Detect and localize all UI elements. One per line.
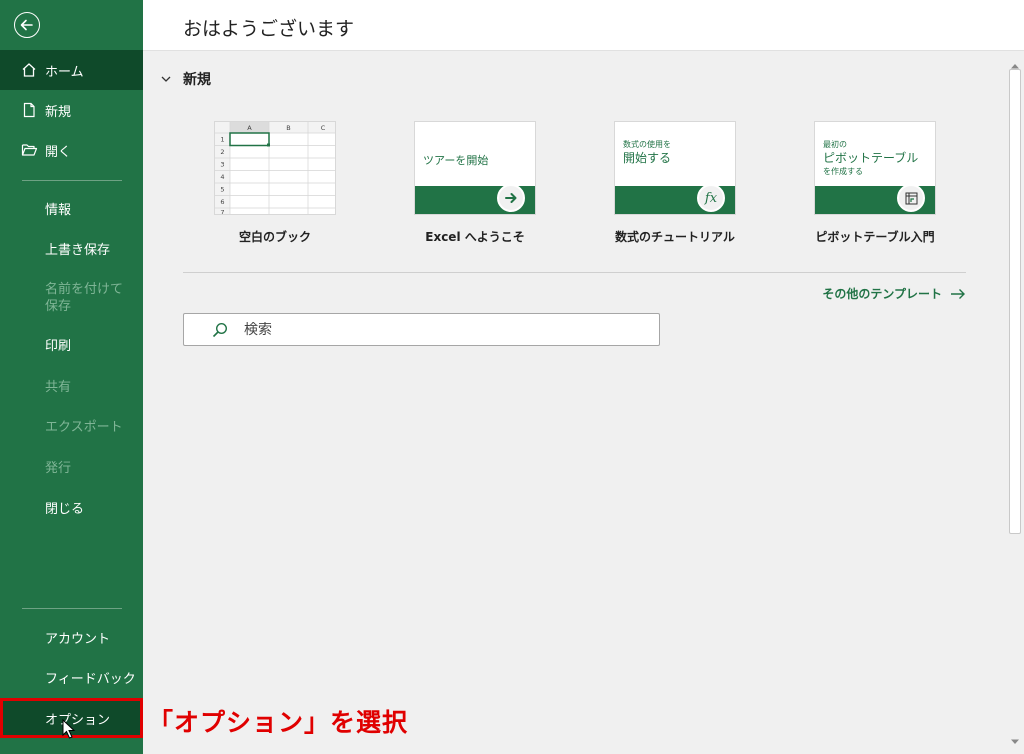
grid-row-header: 7 — [220, 209, 224, 216]
function-icon: fx — [697, 184, 725, 212]
search-icon — [212, 322, 228, 338]
sidebar-item-label: アカウント — [45, 631, 111, 647]
sidebar-divider — [22, 608, 122, 609]
thumbnail-text: ツアーを開始 — [423, 154, 489, 167]
arrow-right-icon — [497, 184, 525, 212]
grid-col-header: B — [286, 124, 290, 132]
folder-open-icon — [19, 140, 39, 160]
chevron-down-icon — [161, 76, 171, 82]
sidebar-item-label: フィードバック — [45, 671, 136, 687]
sidebar-item-label: 情報 — [45, 202, 72, 218]
sidebar-item-label: オプション — [45, 712, 111, 728]
sidebar-item-label: 共有 — [45, 379, 72, 395]
template-thumbnail: 最初の ピボットテーブル を作成する — [814, 121, 936, 215]
section-divider — [183, 272, 966, 273]
sidebar-item-feedback[interactable]: フィードバック — [0, 657, 143, 697]
thumbnail-subtext: を作成する — [823, 167, 863, 176]
sidebar-item-label: 印刷 — [45, 338, 72, 354]
blank-grid-preview: A B C 1 2 3 4 5 6 7 — [215, 122, 335, 216]
sidebar-divider — [22, 180, 122, 181]
page-title: おはようございます — [183, 18, 355, 40]
grid-row-header: 6 — [220, 198, 224, 206]
template-thumbnail: 数式の使用を 開始する fx — [614, 121, 736, 215]
new-section-toggle[interactable]: 新規 — [161, 69, 211, 89]
arrow-right-icon — [950, 288, 966, 300]
sidebar-item-new[interactable]: 新規 — [0, 90, 143, 130]
sidebar-item-publish: 発行 — [0, 446, 143, 486]
template-welcome-excel[interactable]: ツアーを開始 Excel へようこそ — [414, 121, 536, 245]
grid-row-header: 2 — [220, 148, 224, 156]
sidebar-item-account[interactable]: アカウント — [0, 617, 143, 657]
vertical-scrollbar[interactable] — [1006, 51, 1024, 754]
sidebar-item-print[interactable]: 印刷 — [0, 324, 143, 364]
sidebar-item-close[interactable]: 閉じる — [0, 487, 143, 527]
template-thumbnail: A B C 1 2 3 4 5 6 7 — [214, 121, 336, 215]
sidebar-item-label: 新規 — [45, 104, 72, 120]
sidebar-item-label: 発行 — [45, 460, 72, 476]
grid-col-header: C — [321, 124, 326, 132]
grid-row-header: 3 — [220, 161, 224, 169]
template-thumbnail: ツアーを開始 — [414, 121, 536, 215]
sidebar-item-open[interactable]: 開く — [0, 130, 143, 170]
template-caption: 数式のチュートリアル — [615, 230, 735, 244]
section-title: 新規 — [183, 72, 211, 88]
home-icon — [19, 60, 39, 80]
template-caption: Excel へようこそ — [425, 230, 525, 244]
template-formula-tutorial[interactable]: 数式の使用を 開始する fx 数式のチュートリアル — [614, 121, 736, 245]
sidebar-item-save-as: 名前を付けて保存 — [0, 278, 143, 318]
sidebar-item-label: 開く — [45, 144, 72, 160]
backstage-sidebar: ホーム 新規 開く 情報 上書き保存 名前を付けて保存 印刷 共有 エクスポート… — [0, 0, 143, 754]
sidebar-item-share: 共有 — [0, 365, 143, 405]
scrollbar-thumb[interactable] — [1009, 69, 1021, 534]
template-blank-workbook[interactable]: A B C 1 2 3 4 5 6 7 空白のブック — [214, 121, 336, 245]
thumbnail-text: ピボットテーブル — [823, 151, 919, 165]
sidebar-item-save[interactable]: 上書き保存 — [0, 228, 143, 268]
pivot-table-icon — [897, 184, 925, 212]
grid-row-header: 4 — [220, 173, 224, 181]
more-templates-label: その他のテンプレート — [822, 287, 942, 301]
sidebar-item-label: 名前を付けて保存 — [45, 282, 124, 314]
sidebar-item-export: エクスポート — [0, 405, 143, 445]
thumbnail-text: 開始する — [623, 151, 672, 165]
template-caption: 空白のブック — [238, 230, 311, 244]
grid-row-header: 5 — [220, 186, 224, 194]
template-caption: ピボットテーブル入門 — [815, 230, 935, 244]
sidebar-item-home[interactable]: ホーム — [0, 50, 143, 90]
search-input[interactable] — [244, 321, 624, 338]
back-arrow-icon[interactable] — [14, 12, 40, 38]
more-templates-link[interactable]: その他のテンプレート — [822, 285, 966, 302]
sidebar-item-info[interactable]: 情報 — [0, 188, 143, 228]
scroll-down-icon[interactable] — [1010, 731, 1020, 750]
backstage-header: おはようございます — [143, 0, 1024, 51]
mouse-cursor-icon — [62, 718, 76, 743]
sidebar-item-label: 閉じる — [45, 501, 85, 517]
sidebar-item-label: ホーム — [45, 64, 84, 80]
instruction-annotation: 「オプション」を選択 — [148, 708, 409, 737]
template-pivot-table[interactable]: 最初の ピボットテーブル を作成する ピボットテーブル入門 — [814, 121, 936, 245]
template-search[interactable] — [183, 313, 660, 346]
home-content: 新規 A B C 1 2 3 4 5 6 7 空白のブック ツアーを開始 Exc… — [143, 51, 1006, 754]
grid-row-header: 1 — [220, 136, 224, 144]
sidebar-item-label: 上書き保存 — [45, 242, 111, 258]
new-document-icon — [19, 100, 39, 120]
grid-col-header: A — [247, 124, 252, 132]
sidebar-item-label: エクスポート — [45, 419, 123, 435]
